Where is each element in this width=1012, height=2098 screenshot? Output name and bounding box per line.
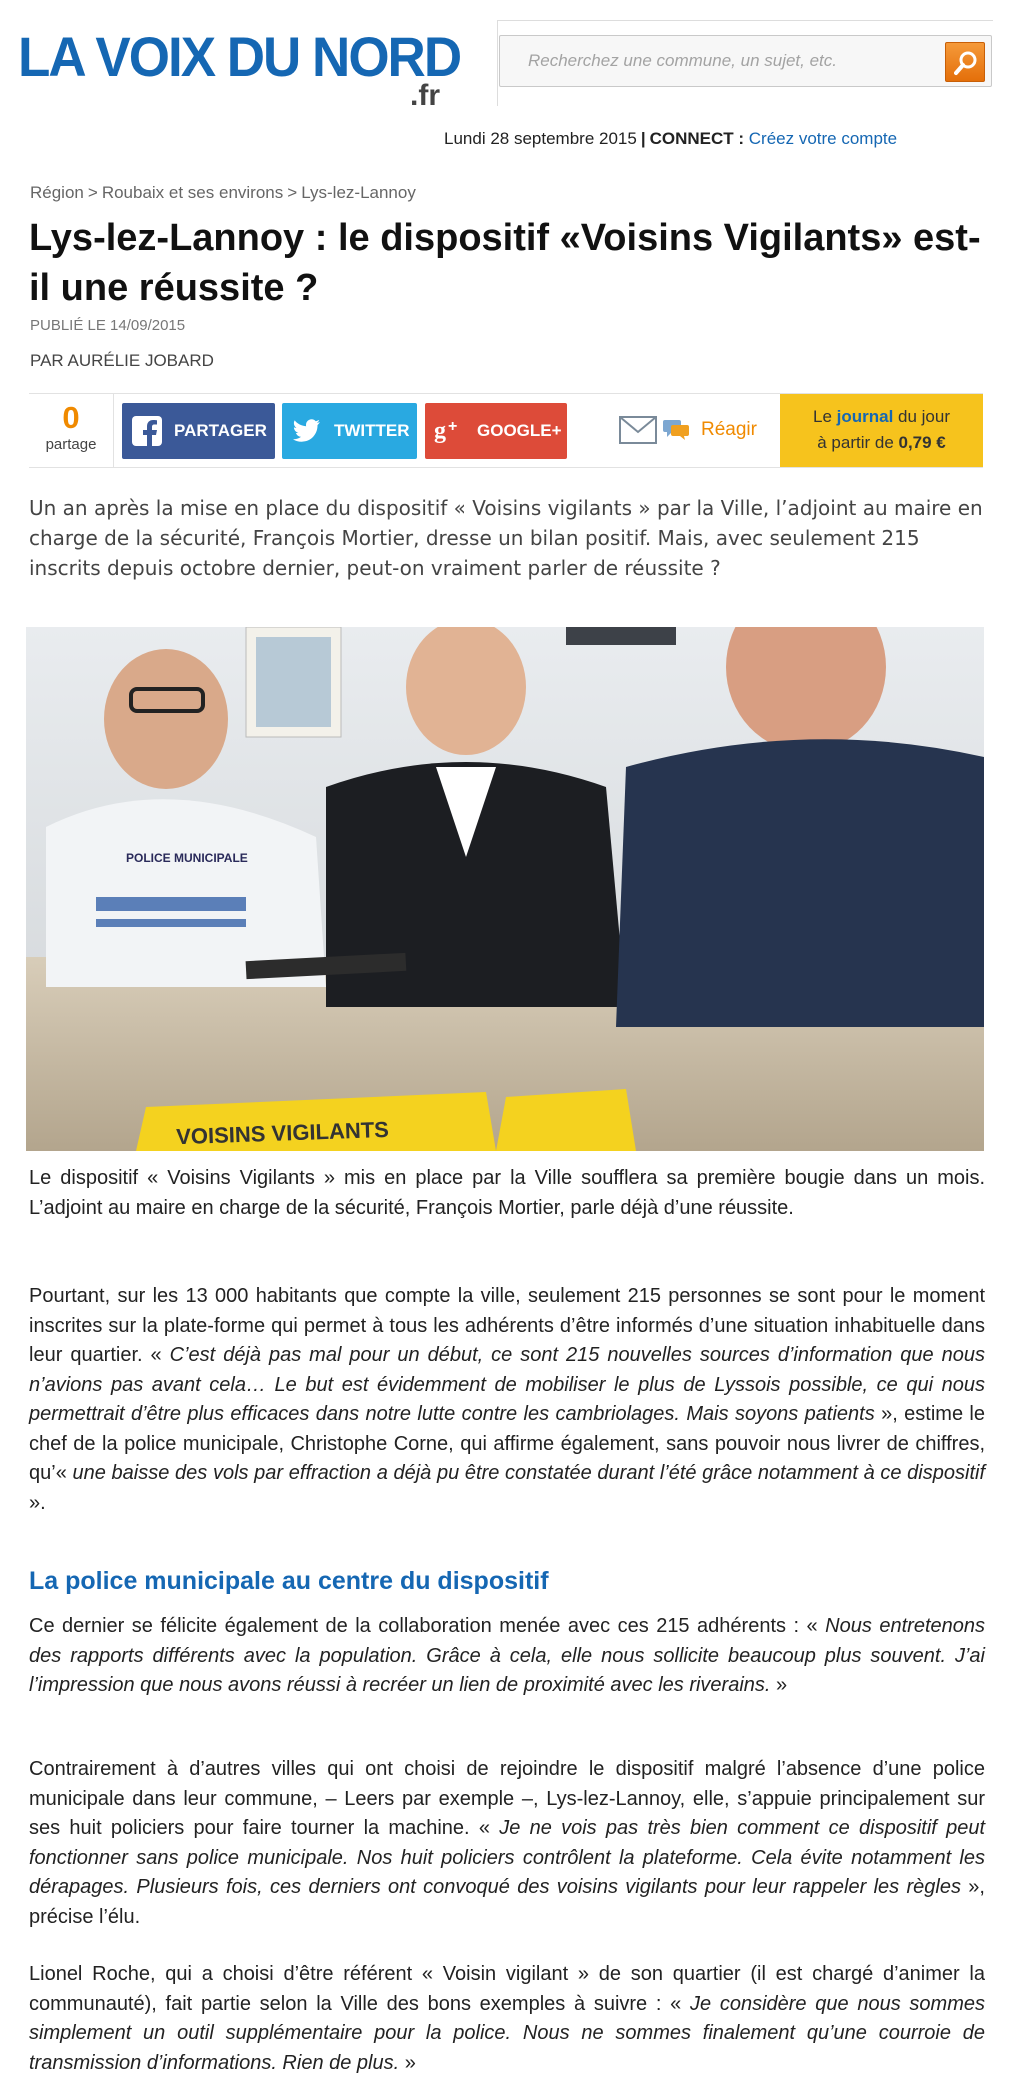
- breadcrumb-region[interactable]: Région: [30, 183, 84, 202]
- google-plus-share-label: GOOGLE+: [477, 421, 562, 440]
- journal-offer[interactable]: Le journal du jour à partir de 0,79 €: [780, 394, 983, 467]
- react-link[interactable]: Réagir: [619, 416, 757, 444]
- logo-text: LA VOIX DU NORD: [18, 26, 462, 89]
- facebook-share-button[interactable]: PARTAGER: [122, 403, 275, 459]
- search-button[interactable]: [945, 42, 985, 82]
- current-date: Lundi 28 septembre 2015: [444, 129, 637, 148]
- facebook-icon: [130, 414, 164, 448]
- p2-text-e: ».: [29, 1491, 46, 1514]
- share-count-label: partage: [45, 436, 97, 453]
- svg-text:g: g: [434, 418, 446, 444]
- site-logo[interactable]: LA VOIX DU NORD .fr: [18, 26, 463, 112]
- breadcrumb-roubaix[interactable]: Roubaix et ses environs: [102, 183, 283, 202]
- article-photo[interactable]: VOISINS VIGILANTS POLICE MUNICIPALE: [26, 627, 984, 1151]
- twitter-share-label: TWITTER: [334, 421, 410, 440]
- react-label: Réagir: [701, 419, 757, 440]
- share-count: 0 partage: [29, 394, 114, 467]
- p3-text-c: »: [770, 1674, 788, 1696]
- article-paragraph-4: Contrairement à d’autres villes qui ont …: [29, 1755, 985, 1932]
- published-date: PUBLIÉ LE 14/09/2015: [30, 317, 186, 334]
- article-paragraph-2: Pourtant, sur les 13 000 habitants que c…: [29, 1282, 985, 1518]
- header-divider: [497, 20, 993, 21]
- article-paragraph-3: Ce dernier se félicite également de la c…: [29, 1612, 985, 1701]
- connect-label: CONNECT :: [649, 129, 745, 148]
- police-badge-text: POLICE MUNICIPALE: [126, 851, 248, 865]
- svg-text:+: +: [448, 418, 457, 435]
- article-lead: Un an après la mise en place du disposit…: [29, 496, 983, 580]
- p3-text-a: Ce dernier se félicite également de la c…: [29, 1615, 826, 1637]
- article-photo-illustration: VOISINS VIGILANTS POLICE MUNICIPALE: [26, 627, 984, 1151]
- journal-offer-line2: à partir de 0,79 €: [780, 430, 983, 456]
- facebook-share-label: PARTAGER: [174, 421, 267, 440]
- breadcrumb: Région > Roubaix et ses environs > Lys-lez-L…: [30, 183, 416, 202]
- envelope-icon: [619, 416, 657, 444]
- google-plus-share-button[interactable]: g + GOOGLE+: [425, 403, 567, 459]
- twitter-icon: [290, 414, 324, 448]
- article-subhead: La police municipale au centre du dispos…: [29, 1567, 549, 1595]
- share-bar: 0 partage PARTAGER TWITTER g + GOOGLE+ Ré…: [29, 393, 983, 468]
- p5-text-c: »: [399, 2051, 416, 2074]
- journal-offer-line1: Le journal du jour: [780, 404, 983, 430]
- journal-word: journal: [836, 407, 894, 426]
- article-title: Lys-lez-Lannoy : le dispositif «Voisins …: [29, 217, 981, 309]
- header-dateline: Lundi 28 septembre 2015 | CONNECT : Créez …: [444, 129, 898, 148]
- journal-price: 0,79 €: [898, 433, 946, 452]
- search-icon: [954, 51, 977, 75]
- comment-bubbles-icon: [663, 420, 689, 440]
- journal-price-prefix: à partir de: [817, 433, 899, 452]
- p2-quote-2: une baisse des vols par effraction a déj…: [72, 1462, 986, 1484]
- search-input[interactable]: [508, 44, 938, 78]
- p2-quote-1: C’est déjà pas mal pour un début, ce son…: [29, 1344, 985, 1425]
- article-paragraph-1: Le dispositif « Voisins Vigilants » mis …: [29, 1167, 985, 1219]
- article-paragraph-5: Lionel Roche, qui a choisi d’être référe…: [29, 1960, 985, 2078]
- breadcrumb-lys-lez-lannoy[interactable]: Lys-lez-Lannoy: [301, 183, 416, 202]
- twitter-share-button[interactable]: TWITTER: [282, 403, 417, 459]
- logo-tld: .fr: [410, 79, 440, 112]
- share-count-number: 0: [62, 400, 80, 435]
- journal-prefix: Le: [812, 407, 837, 426]
- create-account-link[interactable]: Créez votre compte: [749, 129, 897, 148]
- google-plus-icon: g +: [433, 414, 467, 448]
- journal-suffix: du jour: [893, 407, 950, 426]
- header-vertical-divider: [497, 20, 498, 106]
- search-box: [499, 35, 992, 87]
- article-author: PAR AURÉLIE JOBARD: [30, 351, 214, 370]
